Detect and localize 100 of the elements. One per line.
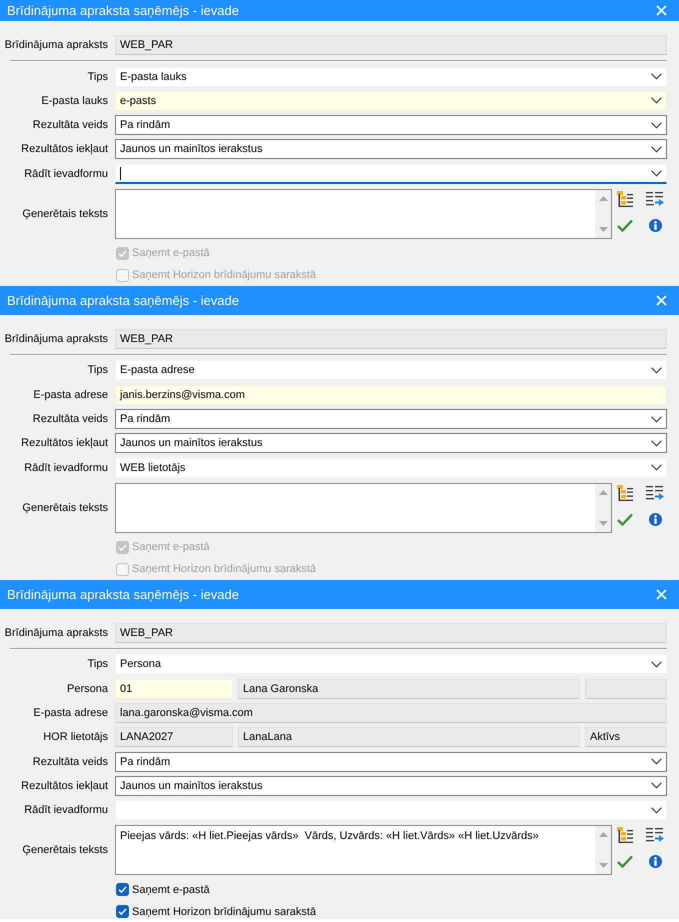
folder-tree-icon[interactable]	[617, 827, 633, 844]
dropdown-field[interactable]	[115, 800, 667, 820]
field-label: Rezultātos iekļaut	[21, 780, 109, 792]
combobox-field[interactable]: Jaunos un mainītos ierakstus	[115, 433, 667, 454]
chevron-down-icon	[651, 782, 662, 790]
combobox-field[interactable]: Pa rindām	[115, 115, 667, 136]
field-label: Rezultāta veids	[32, 413, 109, 426]
checkbox-label: Saņemt Horizon brīdinājumu sarakstā	[132, 563, 316, 576]
generated-text-field[interactable]: Pieejas vārds: «H liet.Pieejas vārds» Vārds, Uzvārds: «H liet.Vārds» «H liet.Uzvārds»	[115, 825, 612, 876]
scroll-down-arrow-icon[interactable]	[598, 863, 608, 868]
readonly-field: Aktīvs	[585, 727, 667, 748]
dropdown-field[interactable]: E-pasta adrese	[115, 360, 667, 380]
checkbox-label: Saņemt e-pastā	[132, 541, 210, 554]
text-cursor-icon	[120, 166, 121, 180]
dropdown-field[interactable]	[115, 164, 667, 184]
field-label: Persona	[67, 682, 109, 695]
field-label: E-pasta adrese	[33, 388, 109, 401]
check-icon[interactable]	[617, 219, 633, 232]
chevron-down-icon	[651, 97, 662, 104]
scrollbar[interactable]	[595, 826, 611, 874]
scroll-up-arrow-icon[interactable]	[598, 832, 608, 838]
info-icon[interactable]	[648, 855, 662, 868]
chevron-down-icon	[651, 464, 662, 472]
readonly-field: WEB_PAR	[115, 622, 667, 643]
checkbox[interactable]	[116, 905, 129, 918]
field-label: Tips	[88, 658, 109, 670]
field-label: Brīdinājuma apraksts	[4, 39, 109, 51]
input-field[interactable]: 01	[115, 678, 233, 699]
field-label: Ģenerētais teksts	[22, 844, 109, 856]
checkbox-label: Saņemt e-pastā	[132, 884, 210, 896]
close-button[interactable]	[656, 5, 667, 16]
field-label: Brīdinājuma apraksts	[4, 332, 109, 345]
chevron-down-icon	[651, 170, 662, 177]
list-arrow-icon[interactable]	[646, 828, 664, 842]
combobox-field[interactable]: Pa rindām	[115, 409, 667, 430]
info-icon[interactable]	[648, 219, 662, 232]
generated-text-field[interactable]	[115, 189, 612, 240]
dropdown-field[interactable]: Persona	[115, 654, 667, 674]
scroll-up-arrow-icon[interactable]	[598, 490, 608, 495]
list-arrow-icon[interactable]	[646, 192, 664, 206]
field-label: E-pasta lauks	[41, 94, 109, 107]
readonly-field: LanaLana	[238, 727, 580, 748]
chevron-down-icon	[651, 660, 662, 668]
scrollbar[interactable]	[595, 484, 611, 532]
readonly-field: WEB_PAR	[115, 328, 667, 349]
field-label: Tips	[88, 364, 109, 376]
close-button[interactable]	[656, 295, 667, 306]
checkbox[interactable]	[116, 883, 129, 896]
field-label: Rezultātos iekļaut	[21, 437, 109, 450]
chevron-down-icon	[651, 146, 662, 153]
field-label: HOR lietotājs	[43, 731, 109, 744]
close-icon	[656, 295, 667, 306]
readonly-field: lana.garonska@visma.com	[115, 702, 667, 723]
field-label: Rādīt ievadformu	[24, 462, 109, 474]
combobox-field[interactable]: Jaunos un mainītos ierakstus	[115, 776, 667, 796]
readonly-field: Lana Garonska	[238, 678, 580, 699]
chevron-down-icon	[651, 73, 662, 80]
field-label: Tips	[88, 70, 109, 83]
checkbox-label: Saņemt Horizon brīdinājumu sarakstā	[132, 269, 316, 282]
dropdown-field[interactable]: WEB lietotājs	[115, 458, 667, 478]
info-icon[interactable]	[648, 512, 662, 526]
chevron-down-icon	[651, 122, 662, 129]
chevron-down-icon	[651, 758, 662, 766]
field-label: Rādīt ievadformu	[24, 804, 109, 816]
scroll-up-arrow-icon[interactable]	[598, 196, 608, 202]
generated-text-field[interactable]	[115, 482, 612, 533]
chevron-down-icon	[651, 440, 662, 447]
combobox-field[interactable]: Jaunos un mainītos ierakstus	[115, 139, 667, 160]
field-label: Rādīt ievadformu	[24, 168, 109, 180]
field-label: Rezultāta veids	[32, 119, 109, 132]
readonly-field: LANA2027	[115, 727, 233, 748]
scroll-down-arrow-icon[interactable]	[598, 520, 608, 526]
combobox-field[interactable]: Pa rindām	[115, 752, 667, 772]
window-title: Brīdinājuma apraksta saņēmējs - ievade	[7, 293, 239, 308]
readonly-field: WEB_PAR	[115, 35, 667, 55]
window-title: Brīdinājuma apraksta saņēmējs - ievade	[7, 3, 239, 18]
scroll-down-arrow-icon[interactable]	[598, 227, 608, 232]
field-label: Rezultātos iekļaut	[21, 143, 109, 156]
close-icon	[656, 589, 667, 600]
close-button[interactable]	[656, 589, 667, 600]
check-icon[interactable]	[617, 512, 633, 526]
field-label: Ģenerētais teksts	[22, 502, 109, 514]
dropdown-field[interactable]: e-pasts	[115, 90, 667, 111]
list-arrow-icon[interactable]	[646, 486, 664, 500]
folder-tree-icon[interactable]	[617, 484, 633, 501]
folder-tree-icon[interactable]	[617, 191, 633, 208]
checkbox-label: Saņemt e-pastā	[132, 247, 210, 260]
field-label: Ģenerētais teksts	[22, 208, 109, 220]
field-label: Brīdinājuma apraksts	[4, 626, 109, 639]
scrollbar[interactable]	[595, 190, 611, 238]
check-icon[interactable]	[617, 855, 633, 868]
close-icon	[656, 5, 667, 16]
input-field[interactable]: janis.berzins@visma.com	[115, 384, 667, 405]
checkbox-label: Saņemt Horizon brīdinājumu sarakstā	[132, 906, 316, 918]
field-label: Rezultāta veids	[32, 756, 109, 768]
window-title: Brīdinājuma apraksta saņēmējs - ievade	[7, 587, 239, 602]
chevron-down-icon	[651, 366, 662, 374]
field-label: E-pasta adrese	[33, 706, 109, 719]
chevron-down-icon	[651, 806, 662, 814]
dropdown-field[interactable]: E-pasta lauks	[115, 66, 667, 87]
